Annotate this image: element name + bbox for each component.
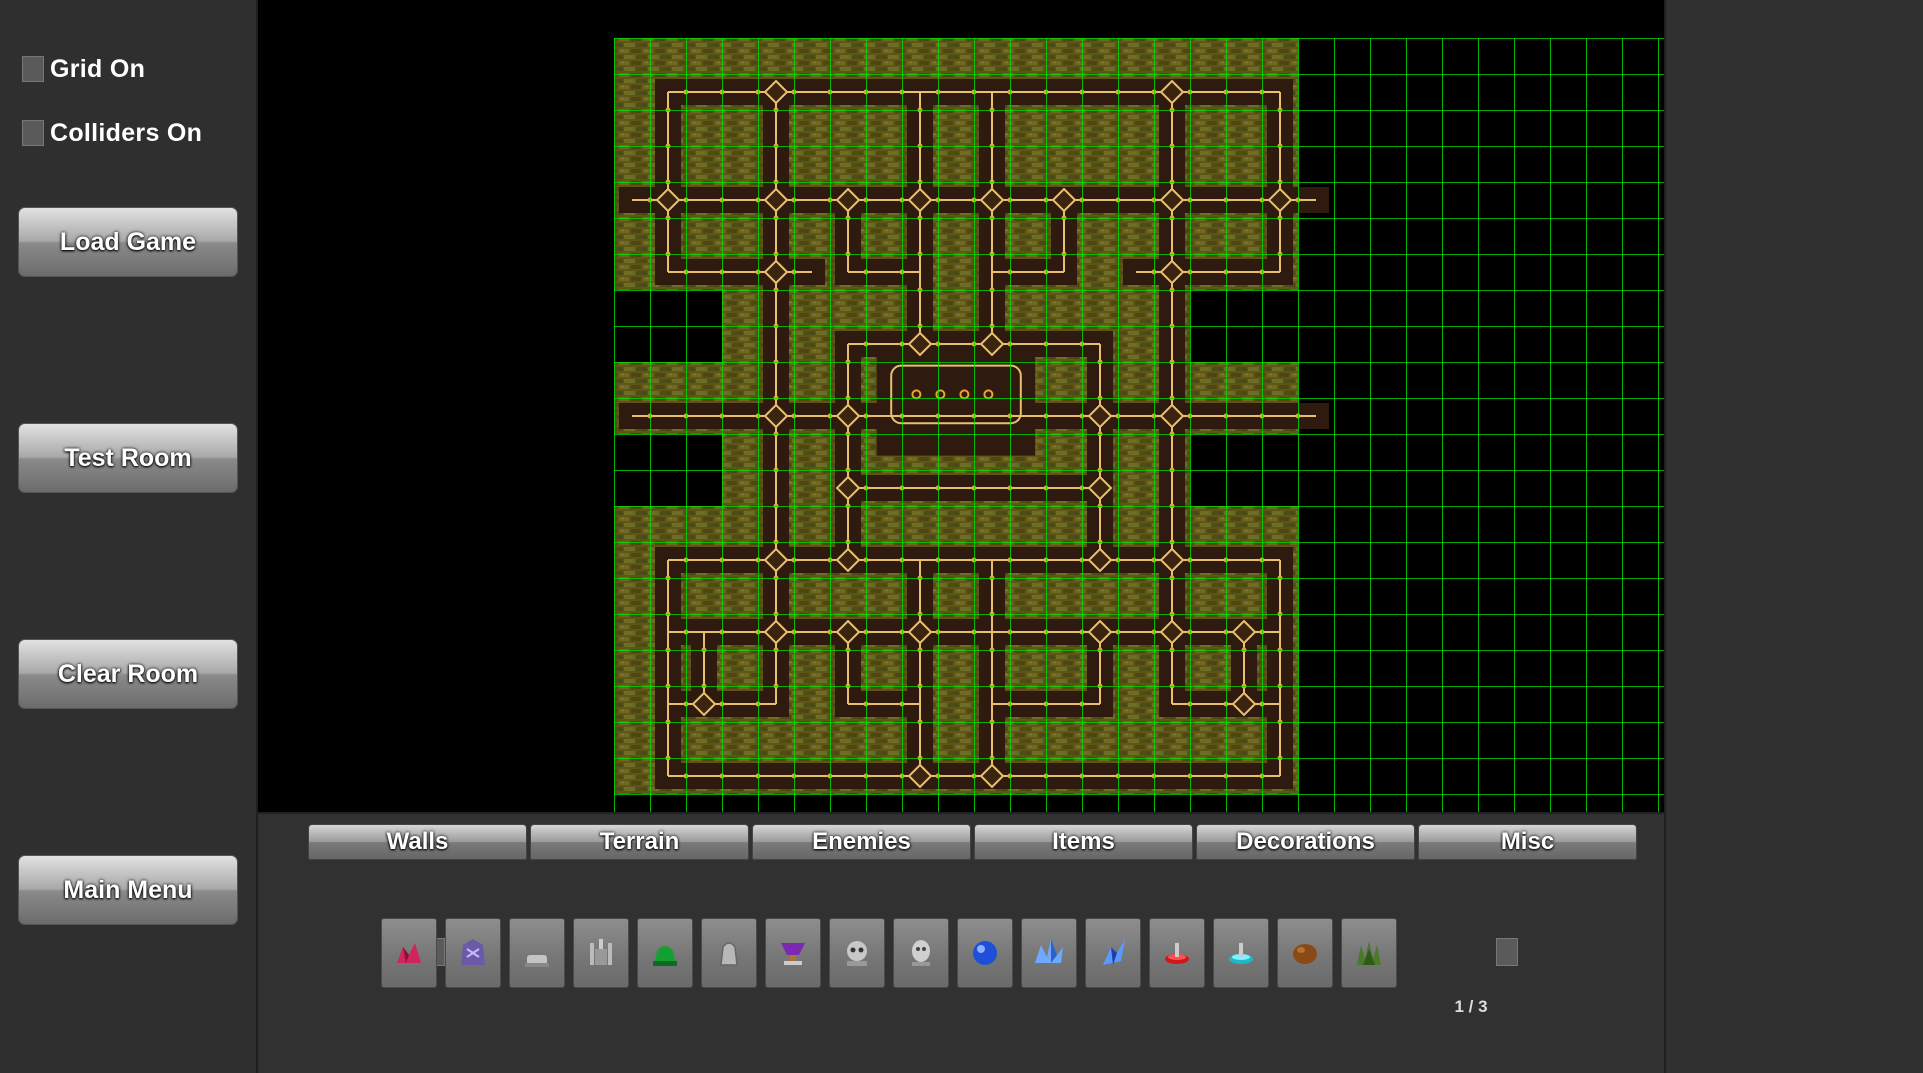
palette-slot[interactable]: [509, 918, 565, 988]
purple-chalice-icon: [781, 943, 805, 965]
clear-room-button[interactable]: Clear Room: [18, 639, 238, 709]
cyan-fountain-icon: [1229, 943, 1253, 964]
purple-dragon-statue-icon: [461, 939, 485, 965]
palette-slot[interactable]: [1149, 918, 1205, 988]
palette-slot[interactable]: [381, 918, 437, 988]
tab-misc[interactable]: Misc: [1418, 824, 1637, 860]
brown-boulder-icon: [1293, 944, 1317, 964]
palette-slot[interactable]: [957, 918, 1013, 988]
stone-altar-icon: [720, 942, 738, 966]
stone-throne-icon: [590, 939, 612, 965]
palette-slot[interactable]: [893, 918, 949, 988]
right-sidebar: [1664, 0, 1923, 1073]
palette-slot[interactable]: [445, 918, 501, 988]
palette-slot[interactable]: [765, 918, 821, 988]
test-room-button[interactable]: Test Room: [18, 423, 238, 493]
grid-checkbox[interactable]: [22, 56, 44, 82]
green-pedestal-icon: [653, 946, 677, 966]
palette-slot[interactable]: [701, 918, 757, 988]
load-game-button[interactable]: Load Game: [18, 207, 238, 277]
editor-grid: [614, 38, 1664, 812]
stone-face-statue-icon: [912, 940, 930, 966]
palette-slot[interactable]: [829, 918, 885, 988]
colliders-toggle[interactable]: Colliders On: [22, 118, 202, 148]
blue-crystal-cluster-icon: [1035, 939, 1063, 963]
blue-crystal-shard-icon: [1103, 939, 1125, 965]
grid-toggle-label: Grid On: [50, 54, 146, 83]
green-bush-icon: [1357, 941, 1381, 965]
tab-terrain[interactable]: Terrain: [530, 824, 749, 860]
blue-orb-icon: [973, 941, 997, 965]
tab-items[interactable]: Items: [974, 824, 1193, 860]
gray-tombstone-icon: [525, 955, 549, 967]
red-crystal-cluster-icon: [397, 943, 421, 963]
colliders-checkbox[interactable]: [22, 120, 44, 146]
palette-slot[interactable]: [637, 918, 693, 988]
tab-enemies[interactable]: Enemies: [752, 824, 971, 860]
palette-next-button[interactable]: [1496, 938, 1518, 966]
palette-slot[interactable]: [1021, 918, 1077, 988]
asset-palette: Walls Terrain Enemies Items Decorations …: [258, 812, 1664, 1073]
left-sidebar: Grid On Colliders On Load Game Test Room…: [0, 0, 258, 1073]
tab-walls[interactable]: Walls: [308, 824, 527, 860]
colliders-toggle-label: Colliders On: [50, 118, 203, 147]
palette-slot[interactable]: [1213, 918, 1269, 988]
palette-slot[interactable]: [573, 918, 629, 988]
palette-slot[interactable]: [1277, 918, 1333, 988]
tab-decorations[interactable]: Decorations: [1196, 824, 1415, 860]
palette-slot[interactable]: [1341, 918, 1397, 988]
level-editor-viewport[interactable]: [258, 0, 1664, 812]
skull-statue-icon: [847, 941, 867, 966]
level-map[interactable]: [258, 0, 1664, 812]
red-fountain-icon: [1165, 943, 1189, 964]
palette-slot[interactable]: [1085, 918, 1141, 988]
main-menu-button[interactable]: Main Menu: [18, 855, 238, 925]
grid-toggle[interactable]: Grid On: [22, 54, 145, 84]
palette-page-indicator: 1 / 3: [1454, 997, 1488, 1016]
